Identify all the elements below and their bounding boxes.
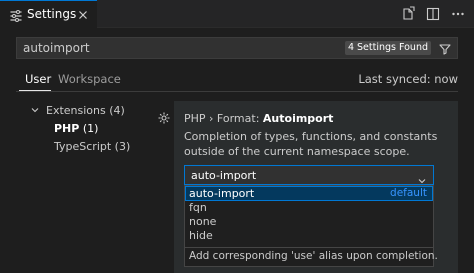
editor-actions [400, 6, 466, 22]
tab-bar: Settings [0, 0, 474, 28]
autoimport-dropdown: auto-import default fqn none hide Add co… [184, 185, 438, 267]
filter-icon[interactable] [438, 41, 452, 55]
active-tab-indicator [19, 90, 51, 91]
tab-user[interactable]: User [25, 72, 51, 86]
more-actions-icon[interactable] [450, 6, 466, 22]
tab-settings[interactable]: Settings [0, 0, 97, 28]
setting-category: PHP › Format: [184, 112, 263, 125]
select-value: auto-import [191, 169, 257, 182]
tree-item-count: (1) [82, 122, 99, 135]
settings-scope-tabs: User Workspace Last synced: now [16, 68, 458, 92]
search-input[interactable]: autoimport [23, 41, 90, 55]
split-editor-icon[interactable] [425, 6, 441, 22]
tab-label: Settings [27, 7, 77, 21]
results-count-badge: 4 Settings Found [344, 41, 431, 55]
option-auto-import[interactable]: auto-import default [185, 186, 433, 201]
option-none[interactable]: none [185, 215, 433, 229]
tab-workspace[interactable]: Workspace [58, 72, 121, 86]
setting-description: Completion of types, functions, and cons… [184, 130, 438, 158]
gear-icon[interactable] [157, 110, 171, 124]
open-settings-json-icon[interactable] [400, 6, 416, 22]
dropdown-divider [185, 247, 433, 248]
option-label: auto-import [189, 187, 255, 200]
setting-item-autoimport: PHP › Format: Autoimport Completion of t… [174, 101, 458, 273]
tree-item-label: Extensions (4) [46, 104, 125, 117]
option-description: Add corresponding 'use' alias upon compl… [189, 250, 438, 262]
option-hide[interactable]: hide [185, 229, 433, 243]
setting-name: Autoimport [262, 112, 334, 125]
autoimport-select[interactable]: auto-import [184, 165, 434, 185]
setting-title: PHP › Format: Autoimport [184, 112, 333, 125]
tree-item-php[interactable]: PHP (1) [54, 122, 98, 135]
tree-item-typescript[interactable]: TypeScript (3) [54, 140, 130, 153]
close-icon[interactable] [76, 7, 90, 21]
default-badge: default [390, 187, 427, 199]
tree-item-label: PHP [54, 122, 80, 135]
option-fqn[interactable]: fqn [185, 201, 433, 215]
sync-status: Last synced: now [358, 72, 458, 86]
settings-search[interactable]: autoimport 4 Settings Found [16, 37, 458, 59]
chevron-down-icon [417, 171, 427, 184]
tree-item-extensions[interactable]: Extensions (4) [31, 104, 125, 117]
settings-file-icon [9, 8, 23, 22]
chevron-down-icon [30, 105, 40, 115]
